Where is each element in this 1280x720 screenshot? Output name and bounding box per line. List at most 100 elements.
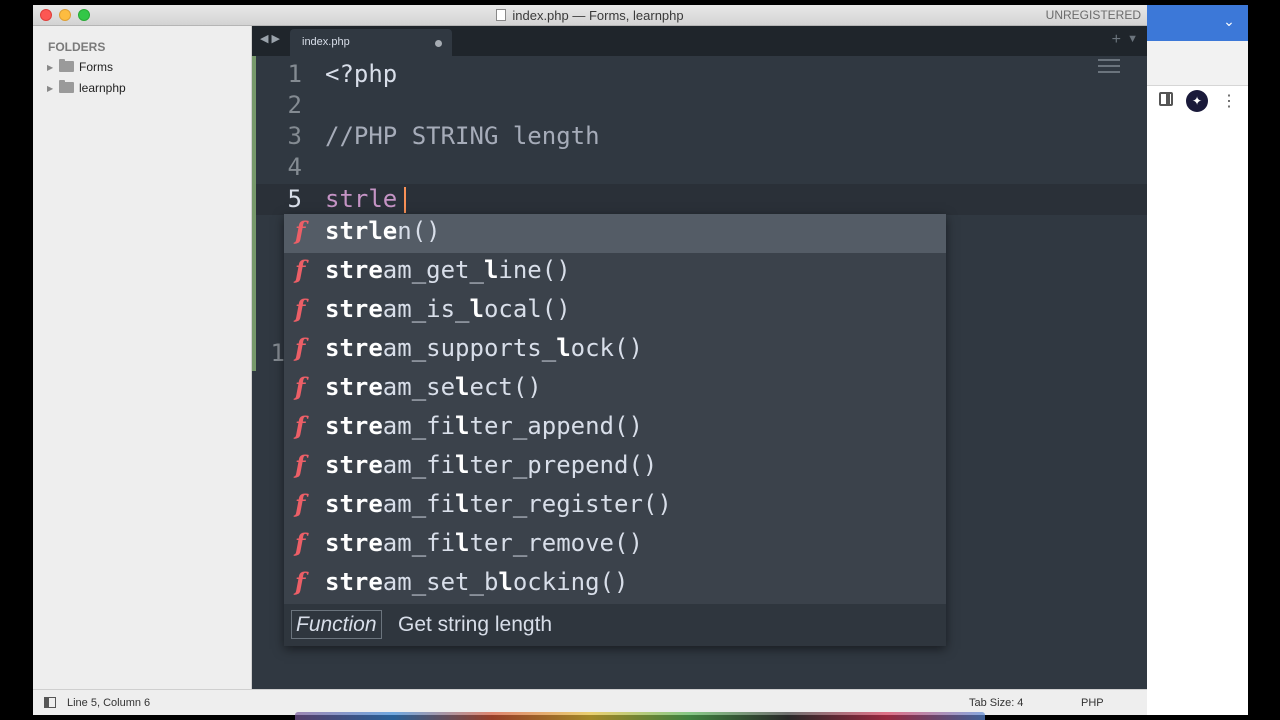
completion-match: stre: [325, 256, 383, 284]
completion-match: l: [483, 256, 499, 284]
line-number: 1: [287, 60, 302, 88]
folder-label: Forms: [79, 60, 113, 74]
autocomplete-item[interactable]: f stream_filter_remove(): [284, 526, 946, 565]
code-line-comment: //PHP STRING length: [325, 122, 600, 150]
completion-rest: ter_prepend(): [469, 451, 658, 479]
line-number: 3: [287, 122, 302, 150]
completion-match: stre: [325, 568, 383, 596]
autocomplete-item-selected[interactable]: f strlen(): [284, 214, 946, 253]
tab-list-chevron-icon[interactable]: ▼: [1127, 33, 1138, 45]
function-kind-icon: f: [295, 489, 306, 518]
browser-tab-strip: ⌄: [1147, 5, 1248, 41]
completion-match: l: [469, 295, 484, 323]
autocomplete-item[interactable]: f stream_supports_lock(): [284, 331, 946, 370]
completion-label: stream_get_line(): [325, 256, 571, 284]
macos-dock[interactable]: [295, 712, 985, 720]
browser-toolbar: ✦ ⋮: [1147, 41, 1248, 112]
folders-heading: FOLDERS: [48, 40, 106, 54]
autocomplete-item[interactable]: f stream_select(): [284, 370, 946, 409]
cursor-position: Line 5, Column 6: [67, 697, 151, 709]
completion-match: l: [455, 451, 470, 479]
completion-rest: am_set_b: [382, 568, 499, 596]
sidebar-folder-forms[interactable]: ▶ Forms: [47, 59, 113, 75]
tab-label: index.php: [302, 36, 350, 48]
autocomplete-footer: Function Get string length: [284, 604, 946, 646]
completion-rest: ect(): [469, 373, 542, 401]
tab-bar: ◀▶ index.php + ▼: [252, 26, 1147, 56]
completion-rest: ine(): [498, 256, 571, 284]
completion-label: stream_select(): [325, 373, 542, 401]
completion-description: Get string length: [398, 613, 553, 636]
completion-label: stream_supports_lock(): [325, 334, 643, 362]
sidebar: FOLDERS ▶ Forms ▶ learnphp: [33, 26, 252, 689]
more-menu-icon[interactable]: ⋮: [1221, 91, 1237, 113]
profile-avatar-icon[interactable]: ✦: [1186, 90, 1208, 112]
function-kind-icon: f: [295, 450, 306, 479]
completion-match: strle: [325, 217, 398, 245]
minimap[interactable]: [1098, 59, 1120, 77]
line-number: 4: [287, 153, 302, 181]
tab-index-php[interactable]: index.php: [290, 29, 452, 56]
background-left: [0, 0, 33, 720]
text-cursor: [404, 187, 406, 213]
completion-rest: n(): [397, 217, 441, 245]
completion-label: stream_filter_prepend(): [325, 451, 657, 479]
new-tab-icon[interactable]: +: [1112, 31, 1121, 49]
autocomplete-item[interactable]: f stream_is_local(): [284, 292, 946, 331]
registration-status: UNREGISTERED: [1045, 8, 1141, 22]
completion-rest: ocal(): [483, 295, 571, 323]
completion-rest: am_get_: [382, 256, 484, 284]
tab-size-selector[interactable]: Tab Size: 4: [969, 697, 1023, 709]
completion-match: stre: [325, 334, 383, 362]
function-kind-icon: f: [295, 333, 306, 362]
code-line-current: strle: [325, 185, 398, 213]
completion-label: stream_filter_register(): [325, 490, 672, 518]
completion-rest: ter_register(): [469, 490, 672, 518]
completion-label: strlen(): [325, 217, 441, 245]
background-right: [1248, 0, 1280, 720]
toggle-sidebar-icon[interactable]: [44, 697, 56, 708]
autocomplete-item[interactable]: f stream_set_blocking(): [284, 565, 946, 604]
completion-rest: am_supports_: [382, 334, 557, 362]
autocomplete-item[interactable]: f stream_get_line(): [284, 253, 946, 292]
disclosure-arrow-icon[interactable]: ▶: [47, 60, 59, 76]
window-title: index.php — Forms, learnphp: [512, 8, 684, 23]
syntax-selector[interactable]: PHP: [1081, 697, 1104, 709]
function-kind-icon: f: [295, 255, 306, 284]
completion-match: stre: [325, 295, 383, 323]
completion-rest: ock(): [570, 334, 643, 362]
completion-match: l: [556, 334, 571, 362]
completion-label: stream_set_blocking(): [325, 568, 628, 596]
function-kind-icon: f: [295, 372, 306, 401]
autocomplete-item[interactable]: f stream_filter_register(): [284, 487, 946, 526]
disclosure-arrow-icon[interactable]: ▶: [47, 81, 59, 97]
autocomplete-popup: f strlen() f stream_get_line() f stream_is_lo…: [284, 214, 946, 646]
sidebar-folder-learnphp[interactable]: ▶ learnphp: [47, 80, 126, 96]
completion-rest: am_is_: [382, 295, 470, 323]
autocomplete-item[interactable]: f stream_filter_append(): [284, 409, 946, 448]
line-number: 2: [287, 91, 302, 119]
line-number-current: 5: [287, 185, 302, 213]
folder-icon: [59, 59, 74, 72]
completion-match: stre: [325, 490, 383, 518]
autocomplete-item[interactable]: f stream_filter_prepend(): [284, 448, 946, 487]
completion-match: stre: [325, 412, 383, 440]
unsaved-dot-icon[interactable]: [435, 40, 442, 47]
title-bar: index.php — Forms, learnphp UNREGISTERED: [33, 5, 1147, 26]
function-kind-icon: f: [295, 216, 306, 245]
completion-rest: am_se: [382, 373, 456, 401]
completion-match: l: [455, 529, 470, 557]
completion-label: stream_filter_remove(): [325, 529, 643, 557]
background-browser-window[interactable]: ⌄ ✦ ⋮: [1147, 5, 1248, 715]
completion-match: l: [455, 412, 470, 440]
completion-rest: am_fi: [382, 529, 456, 557]
completion-match: stre: [325, 373, 383, 401]
completion-match: stre: [325, 451, 383, 479]
function-kind-icon: f: [295, 411, 306, 440]
sidebar-toggle-icon[interactable]: [1159, 92, 1173, 106]
function-kind-icon: f: [295, 294, 306, 323]
tab-nav-arrows-icon[interactable]: ◀▶: [260, 32, 283, 45]
completion-label: stream_filter_append(): [325, 412, 643, 440]
chevron-down-icon[interactable]: ⌄: [1221, 13, 1237, 29]
folder-label: learnphp: [79, 81, 126, 95]
